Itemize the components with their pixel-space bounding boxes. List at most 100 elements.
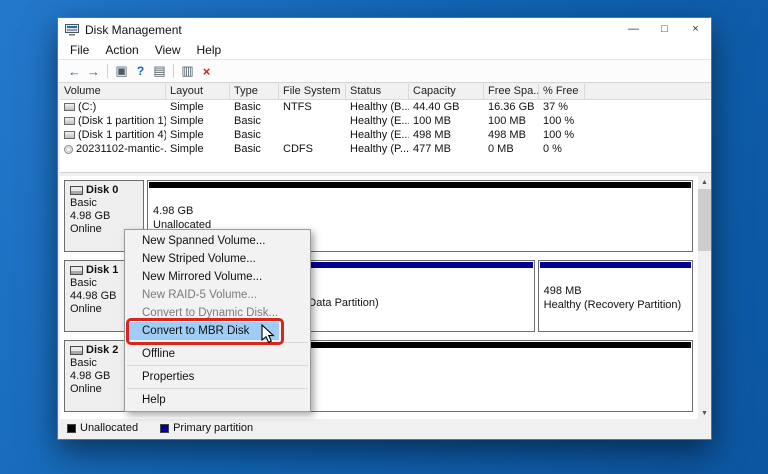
partition-size: 4.98 GB: [153, 205, 687, 219]
cell-type: Basic: [230, 129, 279, 141]
maximize-button[interactable]: □: [649, 18, 680, 41]
legend-label: Unallocated: [80, 422, 138, 434]
menu-file[interactable]: File: [62, 43, 97, 57]
volume-name: 20231102-mantic-...: [76, 143, 166, 155]
menu-item-convert-to-mbr-disk[interactable]: Convert to MBR Disk: [125, 322, 310, 340]
console-window-icon[interactable]: ▣: [112, 63, 131, 79]
column-free-space[interactable]: Free Spa...: [484, 84, 539, 100]
column-volume[interactable]: Volume: [60, 84, 166, 100]
menu-item-new-striped-volume[interactable]: New Striped Volume...: [125, 250, 310, 268]
volume-name: (Disk 1 partition 4): [78, 129, 166, 141]
disk-size: 4.98 GB: [70, 210, 143, 223]
menu-item-help[interactable]: Help: [125, 391, 310, 409]
details-view-icon[interactable]: ▤: [150, 63, 169, 79]
cell-pct-free: 100 %: [539, 115, 585, 127]
disk-management-icon: [65, 24, 79, 36]
cell-pct-free: 100 %: [539, 129, 585, 141]
toolbar: ← → ▣ ? ▤ ▥ ×: [58, 60, 711, 83]
cd-icon: [64, 145, 73, 154]
cell-layout: Simple: [166, 143, 230, 155]
column-pct-free[interactable]: % Free: [539, 84, 585, 100]
toolbar-separator: [173, 64, 174, 78]
menu-separator: [127, 365, 308, 366]
volume-row-disk1-part1[interactable]: (Disk 1 partition 1) Simple Basic Health…: [60, 114, 711, 128]
partition-status: Healthy (Recovery Partition): [544, 299, 687, 313]
forward-icon[interactable]: →: [84, 64, 103, 79]
help-icon[interactable]: ?: [131, 64, 150, 78]
cell-status: Healthy (P...: [346, 143, 409, 155]
cell-free-space: 16.36 GB: [484, 101, 539, 113]
cell-free-space: 100 MB: [484, 115, 539, 127]
unallocated-swatch: [67, 424, 76, 433]
volume-list: Volume Layout Type File System Status Ca…: [60, 84, 711, 173]
disk-name: Disk 2: [86, 344, 118, 357]
menu-item-new-raid5-volume: New RAID-5 Volume...: [125, 286, 310, 304]
toolbar-separator: [107, 64, 108, 78]
menu-item-convert-to-dynamic-disk: Convert to Dynamic Disk...: [125, 304, 310, 322]
cell-type: Basic: [230, 143, 279, 155]
cell-capacity: 44.40 GB: [409, 101, 484, 113]
volume-name: (C:): [78, 101, 96, 113]
legend-unallocated: Unallocated: [67, 422, 138, 434]
cell-free-space: 498 MB: [484, 129, 539, 141]
legend-label: Primary partition: [173, 422, 253, 434]
cell-type: Basic: [230, 101, 279, 113]
menu-view[interactable]: View: [147, 43, 189, 57]
primary-partition-swatch: [160, 424, 169, 433]
titlebar[interactable]: Disk Management — □ ×: [58, 18, 711, 41]
menu-separator: [127, 342, 308, 343]
cell-file-system: CDFS: [279, 143, 346, 155]
minimize-button[interactable]: —: [618, 18, 649, 41]
menu-item-properties[interactable]: Properties: [125, 368, 310, 386]
partition-size: 498 MB: [544, 285, 687, 299]
disk-name: Disk 0: [86, 184, 118, 197]
menu-item-new-spanned-volume[interactable]: New Spanned Volume...: [125, 232, 310, 250]
cell-capacity: 477 MB: [409, 143, 484, 155]
menu-item-offline[interactable]: Offline: [125, 345, 310, 363]
legend-bar: Unallocated Primary partition: [60, 419, 711, 437]
hard-disk-icon: [70, 186, 83, 195]
context-menu: New Spanned Volume... New Striped Volume…: [124, 229, 311, 412]
disk-kind: Basic: [70, 197, 143, 210]
volume-name: (Disk 1 partition 1): [78, 115, 166, 127]
column-type[interactable]: Type: [230, 84, 279, 100]
cell-capacity: 498 MB: [409, 129, 484, 141]
volume-row-disk1-part4[interactable]: (Disk 1 partition 4) Simple Basic Health…: [60, 128, 711, 142]
disk-name: Disk 1: [86, 264, 118, 277]
disk-management-window: Disk Management — □ × File Action View H…: [57, 17, 712, 440]
window-controls: — □ ×: [618, 18, 711, 41]
cell-file-system: NTFS: [279, 101, 346, 113]
drive-icon: [64, 117, 75, 125]
column-status[interactable]: Status: [346, 84, 409, 100]
delete-icon[interactable]: ×: [197, 64, 216, 79]
menu-item-new-mirrored-volume[interactable]: New Mirrored Volume...: [125, 268, 310, 286]
disk-view-icon[interactable]: ▥: [178, 63, 197, 79]
disk-1-partition-recovery[interactable]: 498 MB Healthy (Recovery Partition): [538, 260, 693, 332]
menu-help[interactable]: Help: [189, 43, 230, 57]
cell-pct-free: 37 %: [539, 101, 585, 113]
cell-layout: Simple: [166, 101, 230, 113]
cell-layout: Simple: [166, 115, 230, 127]
back-icon[interactable]: ←: [65, 64, 84, 79]
cell-pct-free: 0 %: [539, 143, 585, 155]
drive-icon: [64, 103, 75, 111]
scroll-up-icon[interactable]: ▲: [698, 176, 711, 189]
cell-type: Basic: [230, 115, 279, 127]
close-button[interactable]: ×: [680, 18, 711, 41]
column-file-system[interactable]: File System: [279, 84, 346, 100]
scrollbar-thumb[interactable]: [698, 189, 711, 251]
volume-row-cdrom[interactable]: 20231102-mantic-... Simple Basic CDFS He…: [60, 142, 711, 156]
column-capacity[interactable]: Capacity: [409, 84, 484, 100]
vertical-scrollbar[interactable]: ▲ ▼: [698, 176, 711, 420]
volume-row-c[interactable]: (C:) Simple Basic NTFS Healthy (B... 44.…: [60, 100, 711, 114]
hard-disk-icon: [70, 346, 83, 355]
menu-action[interactable]: Action: [97, 43, 146, 57]
cell-status: Healthy (E...: [346, 129, 409, 141]
column-layout[interactable]: Layout: [166, 84, 230, 100]
cell-capacity: 100 MB: [409, 115, 484, 127]
volume-list-header: Volume Layout Type File System Status Ca…: [60, 84, 711, 100]
drive-icon: [64, 131, 75, 139]
legend-primary-partition: Primary partition: [160, 422, 253, 434]
menu-separator: [127, 388, 308, 389]
cell-status: Healthy (B...: [346, 101, 409, 113]
